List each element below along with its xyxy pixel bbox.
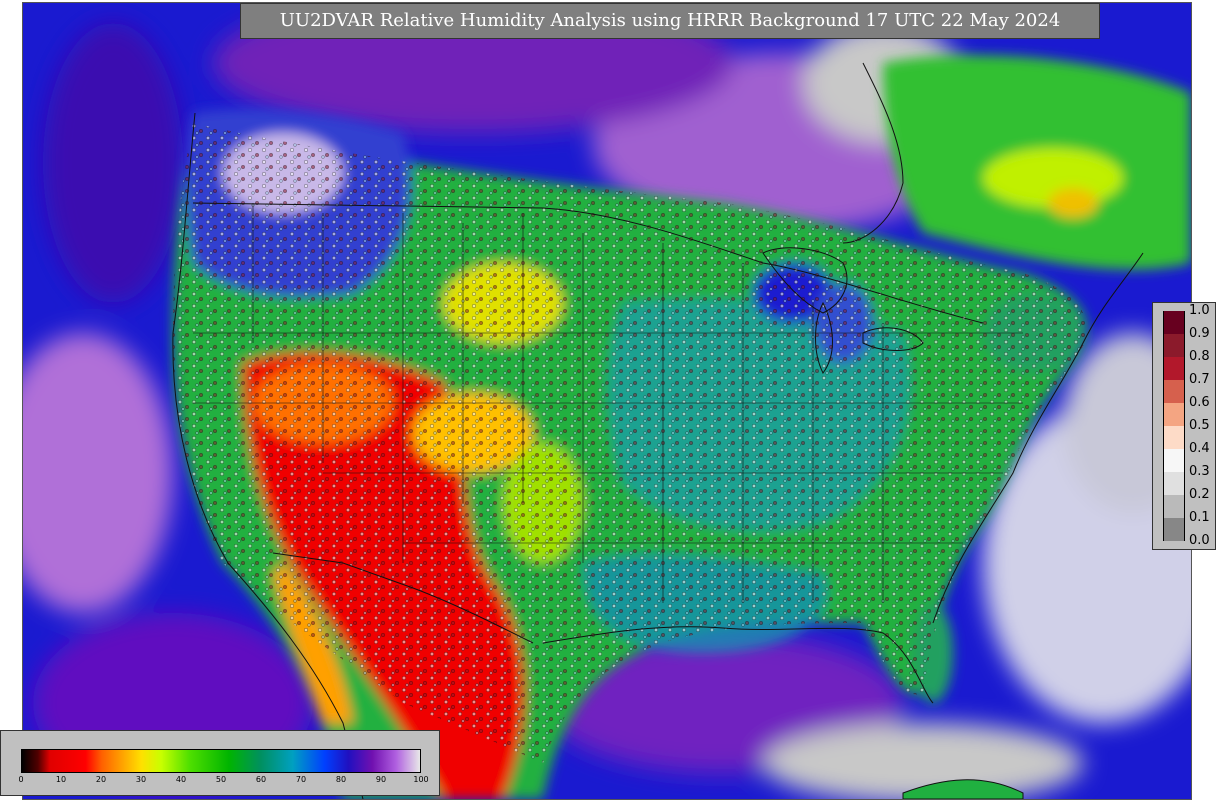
legend-label: 1.0	[1189, 303, 1210, 318]
legend-swatch	[1163, 518, 1185, 541]
colorbar-gradient	[21, 749, 421, 773]
legend-label: 0.9	[1189, 326, 1210, 341]
legend-label: 0.6	[1189, 395, 1210, 410]
legend-swatch	[1163, 403, 1185, 426]
colorbar-tick: 10	[55, 775, 67, 784]
colorbar-tick: 40	[175, 775, 187, 784]
colorbar-tick: 100	[413, 775, 429, 784]
legend-label: 0.7	[1189, 372, 1210, 387]
colorbar-tick: 0	[18, 775, 24, 784]
colorbar-tick: 60	[255, 775, 267, 784]
legend-label: 0.3	[1189, 464, 1210, 479]
legend-swatch	[1163, 334, 1185, 357]
legend-swatch	[1163, 449, 1185, 472]
relative-humidity-colorbar: 0 10 20 30 40 50 60 70 80 90 100	[0, 730, 440, 796]
side-colorbar: 1.0 0.9 0.8 0.7 0.6 0.5 0.4 0.3 0.2 0.1 …	[1152, 302, 1216, 550]
legend-swatch	[1163, 495, 1185, 518]
colorbar-tick: 90	[375, 775, 387, 784]
humidity-map	[23, 3, 1191, 799]
map-view[interactable]	[22, 2, 1192, 800]
legend-label: 0.1	[1189, 510, 1210, 525]
colorbar-tick: 30	[135, 775, 147, 784]
colorbar-tick: 80	[335, 775, 347, 784]
legend-swatch	[1163, 311, 1185, 334]
legend-swatch	[1163, 472, 1185, 495]
legend-label: 0.8	[1189, 349, 1210, 364]
colorbar-tick: 70	[295, 775, 307, 784]
colorbar-tick: 20	[95, 775, 107, 784]
legend-swatch	[1163, 426, 1185, 449]
legend-swatch	[1163, 357, 1185, 380]
legend-label: 0.0	[1189, 533, 1210, 548]
legend-label: 0.5	[1189, 418, 1210, 433]
legend-label: 0.4	[1189, 441, 1210, 456]
map-title: UU2DVAR Relative Humidity Analysis using…	[240, 3, 1100, 39]
colorbar-tick: 50	[215, 775, 227, 784]
legend-swatch	[1163, 380, 1185, 403]
legend-label: 0.2	[1189, 487, 1210, 502]
